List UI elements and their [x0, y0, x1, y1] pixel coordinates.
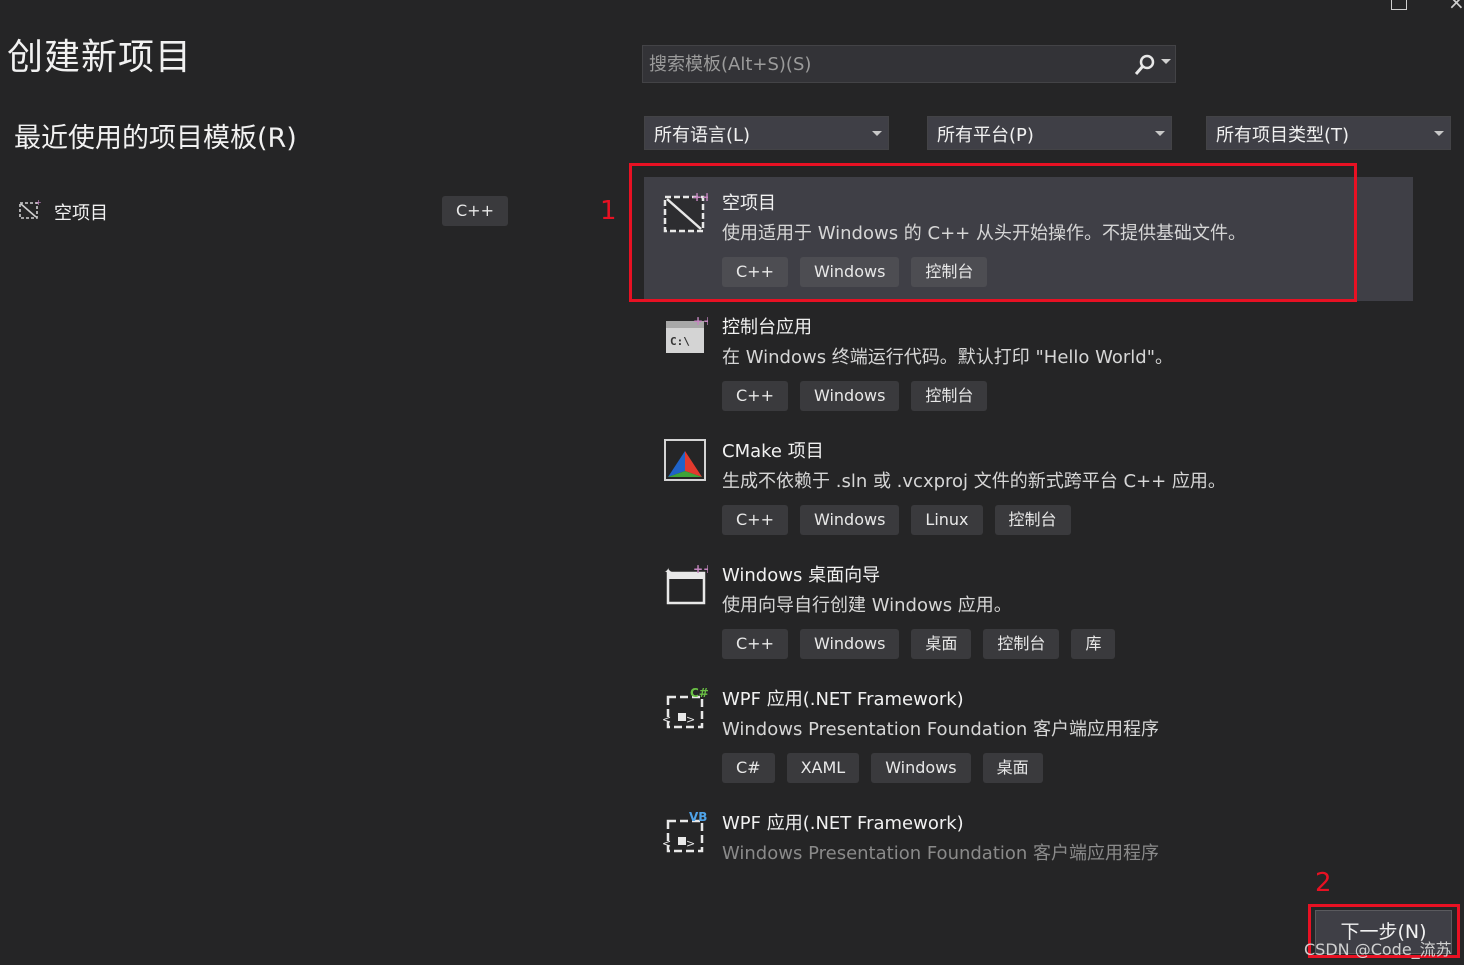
chevron-down-icon	[872, 131, 882, 136]
recent-templates-heading: 最近使用的项目模板(R)	[14, 123, 297, 154]
cmake-icon	[664, 439, 706, 481]
console-app-icon: C:\ ++	[666, 314, 708, 353]
svg-text:VB: VB	[689, 810, 707, 824]
empty-project-icon: ++	[19, 198, 42, 219]
svg-text:<: <	[662, 837, 671, 850]
recent-item-tag: C++	[442, 196, 508, 226]
project-type-filter[interactable]: 所有项目类型(T)	[1206, 116, 1451, 150]
language-filter[interactable]: 所有语言(L)	[644, 116, 889, 150]
svg-text:>: >	[686, 713, 695, 726]
recent-template-item[interactable]: ++ 空项目 C++	[14, 192, 514, 232]
template-tags: C++ Windows 控制台	[722, 381, 988, 411]
tag: 控制台	[994, 505, 1071, 535]
tag: C++	[722, 505, 788, 535]
template-item-desktop-wizard[interactable]: ✦ ++ Windows 桌面向导 使用向导自行创建 Windows 应用。 C…	[644, 549, 1413, 673]
template-description: Windows Presentation Foundation 客户端应用程序	[722, 843, 1160, 864]
template-name: 控制台应用	[722, 317, 812, 338]
template-name: WPF 应用(.NET Framework)	[722, 813, 964, 834]
svg-text:C:\: C:\	[670, 335, 690, 348]
tag: 桌面	[911, 629, 972, 659]
chevron-down-icon	[1434, 131, 1444, 136]
template-description: 生成不依赖于 .sln 或 .vcxproj 文件的新式跨平台 C++ 应用。	[722, 471, 1226, 492]
recent-item-label: 空项目	[54, 203, 108, 224]
platform-filter[interactable]: 所有平台(P)	[927, 116, 1172, 150]
template-tags: C# XAML Windows 桌面	[722, 753, 1043, 783]
watermark: CSDN @Code_流苏	[1304, 940, 1452, 959]
chevron-down-icon[interactable]	[1161, 59, 1171, 64]
wpf-csharp-icon: < > C#	[662, 686, 708, 729]
tag: C++	[722, 381, 788, 411]
tag: Windows	[871, 753, 971, 783]
svg-text:>: >	[686, 837, 695, 850]
template-name: Windows 桌面向导	[722, 565, 881, 586]
tag: XAML	[786, 753, 860, 783]
chevron-down-icon	[1155, 131, 1165, 136]
platform-filter-label: 所有平台(P)	[937, 125, 1034, 146]
search-box[interactable]	[642, 45, 1176, 83]
svg-text:++: ++	[693, 314, 708, 328]
svg-text:<: <	[662, 713, 671, 726]
svg-text:✦: ✦	[664, 567, 672, 578]
tag: 控制台	[911, 381, 988, 411]
desktop-wizard-icon: ✦ ++	[664, 562, 708, 605]
template-description: 使用向导自行创建 Windows 应用。	[722, 595, 1012, 616]
project-type-filter-label: 所有项目类型(T)	[1216, 125, 1350, 146]
template-item-wpf-vb[interactable]: < > VB WPF 应用(.NET Framework) Windows Pr…	[644, 797, 1413, 865]
template-description: 在 Windows 终端运行代码。默认打印 "Hello World"。	[722, 347, 1174, 368]
template-description: Windows Presentation Foundation 客户端应用程序	[722, 719, 1160, 740]
search-icon[interactable]	[1133, 53, 1157, 77]
svg-text:++: ++	[693, 562, 708, 576]
template-name: CMake 项目	[722, 441, 824, 462]
tag: Linux	[911, 505, 983, 535]
template-item-wpf-csharp[interactable]: < > C# WPF 应用(.NET Framework) Windows Pr…	[644, 673, 1413, 797]
svg-text:C#: C#	[690, 686, 708, 700]
search-input[interactable]	[649, 51, 1119, 77]
template-name: WPF 应用(.NET Framework)	[722, 689, 964, 710]
tag: Windows	[799, 629, 900, 659]
wpf-vb-icon: < > VB	[662, 810, 707, 853]
page-title: 创建新项目	[7, 37, 193, 78]
annotation-number-1: 1	[600, 196, 617, 226]
template-tags: C++ Windows Linux 控制台	[722, 505, 1071, 535]
tag: Windows	[799, 505, 900, 535]
tag: Windows	[799, 381, 900, 411]
template-item-console-app[interactable]: C:\ ++ 控制台应用 在 Windows 终端运行代码。默认打印 "Hell…	[644, 301, 1413, 425]
svg-text:++: ++	[35, 198, 42, 207]
template-item-cmake[interactable]: CMake 项目 生成不依赖于 .sln 或 .vcxproj 文件的新式跨平台…	[644, 425, 1413, 549]
tag: C#	[722, 753, 775, 783]
annotation-box-1	[629, 163, 1357, 302]
language-filter-label: 所有语言(L)	[654, 125, 751, 146]
close-icon[interactable]: ×	[1448, 0, 1464, 12]
maximize-icon[interactable]	[1391, 0, 1407, 10]
template-tags: C++ Windows 桌面 控制台 库	[722, 629, 1116, 659]
tag: 控制台	[983, 629, 1060, 659]
tag: 库	[1071, 629, 1116, 659]
annotation-number-2: 2	[1315, 868, 1332, 898]
tag: C++	[722, 629, 788, 659]
tag: 桌面	[982, 753, 1043, 783]
